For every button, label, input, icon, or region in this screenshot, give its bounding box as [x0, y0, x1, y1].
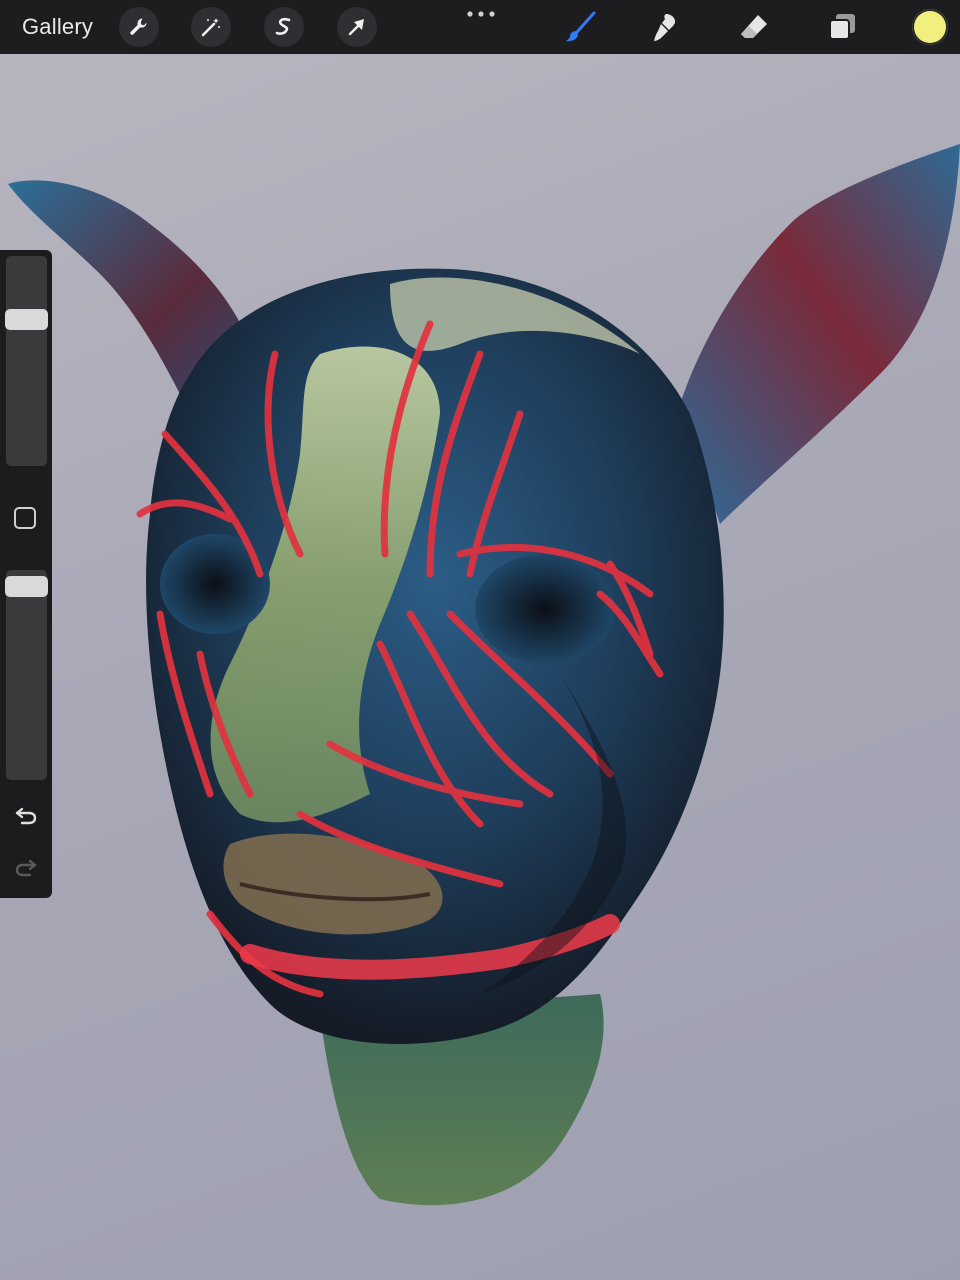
actions-wrench-button[interactable]: [119, 7, 159, 47]
magic-wand-icon: [201, 18, 220, 37]
smudge-tool-button[interactable]: [648, 9, 684, 45]
opacity-thumb[interactable]: [5, 575, 48, 597]
modify-square-button[interactable]: [14, 507, 36, 529]
brush-size-slider[interactable]: [6, 256, 47, 466]
transform-arrow-icon: [348, 19, 364, 36]
wrench-icon: [130, 18, 147, 35]
brush-icon: [566, 11, 596, 42]
selection-s-icon: [275, 17, 291, 35]
eraser-icon: [741, 15, 767, 38]
opacity-slider[interactable]: [6, 570, 47, 780]
drawing-canvas[interactable]: [0, 54, 960, 1280]
undo-icon: [15, 807, 37, 825]
redo-button[interactable]: [12, 853, 40, 881]
adjustments-wand-button[interactable]: [191, 7, 231, 47]
gallery-button[interactable]: Gallery: [22, 14, 93, 40]
brush-size-thumb[interactable]: [5, 308, 48, 330]
top-toolbar: Gallery: [0, 0, 960, 54]
layers-icon: [829, 14, 855, 40]
left-sidebar: [0, 250, 52, 898]
eraser-tool-button[interactable]: [736, 9, 772, 45]
transform-button[interactable]: [337, 7, 377, 47]
creature-head-artwork: [8, 144, 960, 1206]
selection-button[interactable]: [264, 7, 304, 47]
layers-button[interactable]: [824, 9, 860, 45]
ellipsis-icon[interactable]: [464, 6, 498, 22]
smudge-icon: [654, 14, 676, 41]
color-picker-button[interactable]: [912, 9, 948, 45]
redo-icon: [15, 859, 37, 877]
undo-button[interactable]: [12, 801, 40, 829]
brush-tool-button[interactable]: [562, 9, 598, 45]
